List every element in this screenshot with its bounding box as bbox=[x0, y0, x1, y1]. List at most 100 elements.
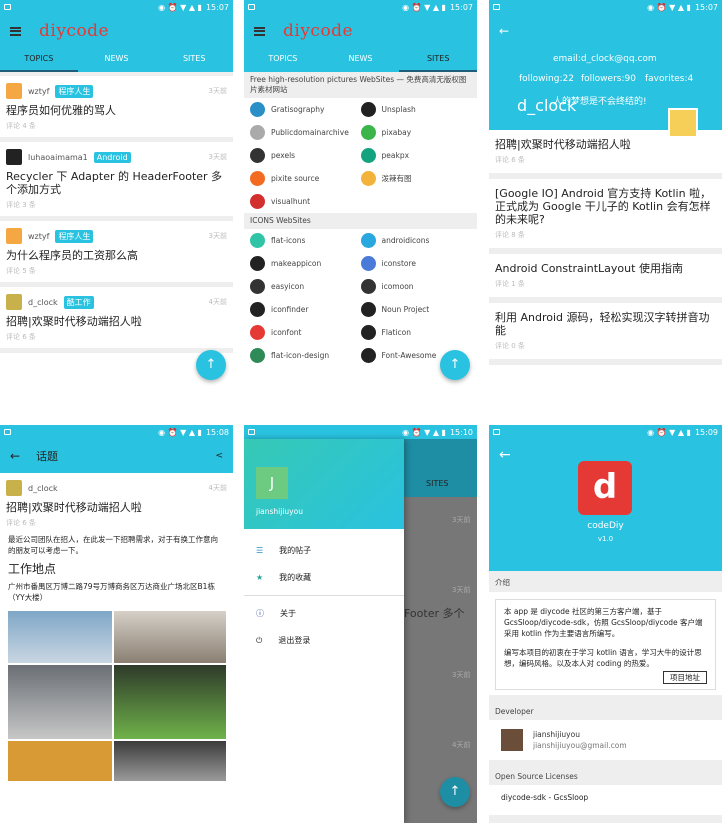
share-icon[interactable]: < bbox=[215, 451, 223, 461]
username: d_clock bbox=[28, 483, 58, 493]
developer-row[interactable]: jianshijiuyou jianshijiuyou@gmail.com bbox=[489, 720, 722, 760]
photo bbox=[8, 741, 112, 781]
body-address: 广州市番禺区万博二路79号万博商务区万达商业广场北区B1栋（YY大楼） bbox=[8, 582, 215, 602]
time-label: 3天前 bbox=[208, 232, 227, 240]
back-arrow-icon[interactable]: ← bbox=[499, 447, 511, 463]
back-arrow-icon[interactable]: ← bbox=[499, 24, 509, 38]
dimmed-time: 3天前 bbox=[452, 671, 471, 679]
back-arrow-icon[interactable]: ← bbox=[10, 449, 20, 463]
avatar bbox=[6, 294, 22, 310]
app-version: v1.0 bbox=[597, 535, 614, 543]
site-name: Gratisography bbox=[271, 105, 325, 114]
status-bar: ◉ ⏰ ▼ ▲ ▮ 15:09 bbox=[489, 425, 722, 439]
site-item[interactable]: easyicon bbox=[250, 277, 361, 296]
site-item[interactable]: Noun Project bbox=[360, 300, 472, 319]
menu-icon[interactable] bbox=[254, 26, 265, 36]
site-item[interactable]: iconstore bbox=[360, 254, 472, 273]
pk-site-icon bbox=[360, 148, 376, 163]
site-name: easyicon bbox=[271, 282, 305, 291]
site-name: 泼辣有图 bbox=[381, 174, 412, 183]
tab-news[interactable]: NEWS bbox=[322, 48, 400, 72]
site-item[interactable]: pixabay bbox=[360, 123, 472, 142]
avatar bbox=[6, 480, 22, 496]
section-header: ICONS WebSites bbox=[244, 213, 477, 229]
site-name: iconfinder bbox=[271, 305, 309, 314]
site-item[interactable]: icomoon bbox=[360, 277, 472, 296]
app-logo-icon: d bbox=[578, 461, 632, 515]
status-bar: ◉ ⏰ ▼ ▲ ▮ 15:07 bbox=[0, 0, 233, 14]
app-name: codeDiy bbox=[587, 521, 624, 531]
project-link-button[interactable]: 项目地址 bbox=[663, 671, 707, 684]
body-heading: 工作地点 bbox=[8, 562, 57, 576]
site-item[interactable]: visualhunt bbox=[250, 192, 361, 211]
license-row[interactable]: diycode-sdk - GcsSloop bbox=[489, 785, 722, 815]
site-item[interactable]: Publicdomainarchive bbox=[250, 123, 361, 142]
topic-item[interactable]: wztyf 程序人生 3天前 为什么程序员的工资那么高 评论 5 条 bbox=[0, 221, 233, 287]
node-badge[interactable]: 酷工作 bbox=[63, 295, 94, 309]
site-item[interactable]: peakpx bbox=[360, 146, 472, 165]
site-item[interactable]: iconfont bbox=[250, 323, 361, 342]
tab-sites[interactable]: SITES bbox=[155, 48, 233, 72]
site-item[interactable]: iconfinder bbox=[250, 300, 361, 319]
topic-item[interactable]: wztyf 程序人生 3天前 程序员如何优雅的骂人 评论 4 条 bbox=[0, 76, 233, 142]
drawer-item-my-posts[interactable]: ☰ 我的帖子 bbox=[244, 537, 404, 564]
tab-topics[interactable]: TOPICS bbox=[0, 48, 78, 72]
tab-sites[interactable]: SITES bbox=[399, 48, 477, 72]
menu-icon[interactable] bbox=[10, 26, 21, 36]
site-item[interactable]: pexels bbox=[250, 146, 361, 165]
site-name: Font-Awesome bbox=[381, 351, 437, 360]
status-bar: ◉ ⏰ ▼ ▲ ▮ 15:08 bbox=[0, 425, 233, 439]
topic-item[interactable]: [Google IO] Android 官方支持 Kotlin 啦，正式成为 G… bbox=[489, 179, 722, 254]
topic-item[interactable]: 利用 Android 源码，轻松实现汉字转拼音功能评论 0 条 bbox=[489, 303, 722, 365]
avatar[interactable]: J bbox=[256, 467, 288, 499]
node-badge[interactable]: 程序人生 bbox=[55, 84, 94, 98]
scroll-top-button[interactable]: ↑ bbox=[440, 350, 470, 380]
screen-sites: ◉ ⏰ ▼ ▲ ▮ 15:07 diycode TOPICS NEWS SITES… bbox=[244, 0, 477, 398]
scroll-top-button[interactable]: ↑ bbox=[440, 777, 470, 807]
reply-count: 评论 8 条 bbox=[495, 231, 525, 239]
avatar bbox=[6, 228, 22, 244]
site-item[interactable]: Flaticon bbox=[360, 323, 472, 342]
app-logo: diycode bbox=[39, 21, 110, 41]
drawer-item-favorites[interactable]: ★ 我的收藏 bbox=[244, 564, 404, 591]
site-item[interactable]: pixite source bbox=[250, 169, 361, 188]
tab-news[interactable]: NEWS bbox=[78, 48, 156, 72]
scroll-top-button[interactable]: ↑ bbox=[196, 350, 226, 380]
tab-topics[interactable]: TOPICS bbox=[244, 48, 322, 72]
screen-about: ◉ ⏰ ▼ ▲ ▮ 15:09 ← d codeDiy v1.0 介绍 本 app… bbox=[489, 425, 722, 823]
tab-bar: TOPICS NEWS SITES bbox=[0, 48, 233, 72]
dimmed-text: Footer 多个 bbox=[404, 607, 465, 620]
list-icon: ☰ bbox=[256, 546, 264, 555]
pl-site-icon bbox=[360, 171, 376, 186]
topic-item[interactable]: d_clock 酷工作 4天前 招聘|欢聚时代移动端招人啦 评论 6 条 bbox=[0, 287, 233, 353]
cam-site-icon bbox=[250, 148, 265, 163]
reply-count: 评论 5 条 bbox=[6, 267, 36, 275]
site-item[interactable]: Gratisography bbox=[250, 100, 361, 119]
topic-item[interactable]: luhaoaimama1 Android 3天前 Recycler 下 Adapte… bbox=[0, 142, 233, 221]
site-item[interactable]: flat-icons bbox=[250, 231, 361, 250]
avatar bbox=[501, 729, 523, 751]
reply-count: 评论 0 条 bbox=[495, 342, 525, 350]
node-badge[interactable]: Android bbox=[93, 151, 131, 163]
following-count: following:22 bbox=[519, 74, 574, 84]
site-name: pixite source bbox=[271, 174, 320, 183]
f-site-icon bbox=[250, 348, 265, 363]
avatar bbox=[668, 108, 698, 138]
site-item[interactable]: Unsplash bbox=[360, 100, 472, 119]
node-badge[interactable]: 程序人生 bbox=[55, 229, 94, 243]
site-item[interactable]: flat-icon-design bbox=[250, 346, 361, 365]
drawer-item-about[interactable]: ⓘ 关于 bbox=[244, 600, 404, 627]
site-item[interactable]: androidicons bbox=[360, 231, 472, 250]
site-item[interactable]: makeappicon bbox=[250, 254, 361, 273]
drawer-header: J jianshijiuyou bbox=[244, 439, 404, 529]
site-name: visualhunt bbox=[271, 197, 311, 206]
topic-title: 利用 Android 源码，轻松实现汉字转拼音功能 bbox=[495, 311, 710, 337]
dimmed-time: 3天前 bbox=[452, 586, 471, 594]
site-item[interactable]: 泼辣有图 bbox=[360, 169, 472, 188]
site-name: Noun Project bbox=[381, 305, 430, 314]
topic-item[interactable]: Android ConstraintLayout 使用指南 评论 1 条 bbox=[489, 254, 722, 303]
drawer-item-logout[interactable]: ⏻ 退出登录 bbox=[244, 627, 404, 654]
f-site-icon bbox=[360, 325, 376, 340]
site-name: pixabay bbox=[381, 128, 412, 137]
intro-card: 本 app 是 diycode 社区的第三方客户端，基于 GcsSloop/di… bbox=[489, 592, 722, 695]
